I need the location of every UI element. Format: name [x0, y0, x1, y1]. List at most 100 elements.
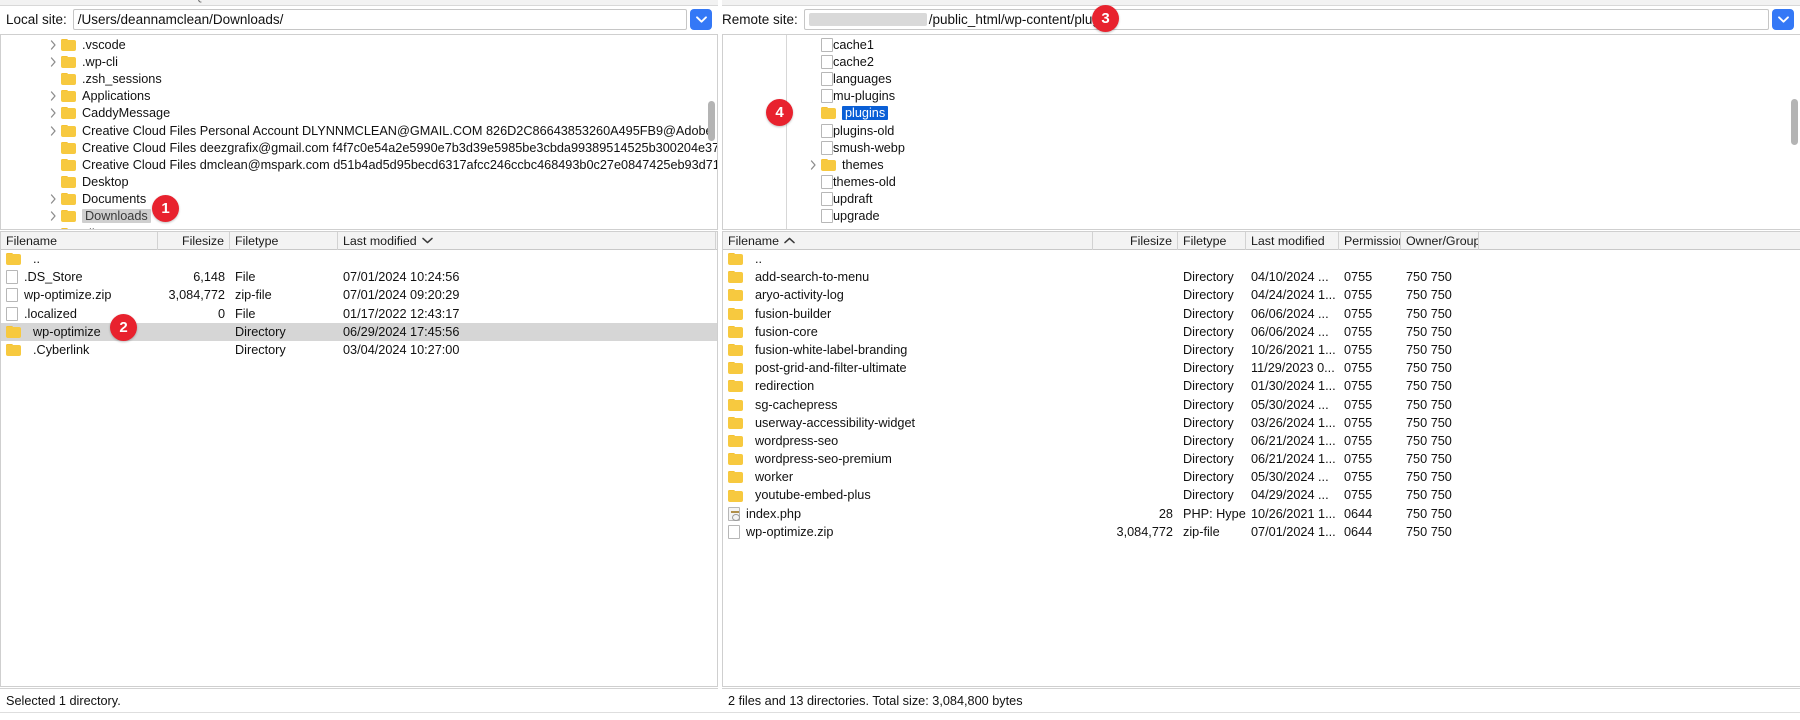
remote-file-list-row[interactable]: fusion-builderDirectory06/06/2024 ...075…	[723, 305, 1800, 323]
local-file-list-row[interactable]: wp-optimize.zip3,084,772zip-file07/01/20…	[1, 286, 717, 304]
local-tree-item[interactable]: Creative Cloud Files deezgrafix@gmail.co…	[1, 139, 717, 156]
remote-tree-item[interactable]: mu-plugins	[789, 88, 1800, 105]
local-tree-item[interactable]: Creative Cloud Files dmclean@mspark.com …	[1, 156, 717, 173]
local-tree-item[interactable]: Creative Cloud Files Personal Account DL…	[1, 122, 717, 139]
local-tree-item[interactable]: Library	[1, 225, 717, 230]
remote-file-list-row-type: Directory	[1178, 359, 1246, 377]
chevron-right-icon[interactable]	[45, 37, 61, 53]
pane-divider[interactable]	[718, 0, 722, 720]
remote-file-list-column-header[interactable]: Filesize	[1093, 232, 1178, 250]
chevron-right-icon[interactable]	[45, 54, 61, 70]
remote-file-list-row-modified: 04/24/2024 1...	[1246, 286, 1339, 304]
folder-icon	[6, 326, 21, 338]
remote-file-list-row-modified: 03/26/2024 1...	[1246, 414, 1339, 432]
remote-file-list-row-filename: fusion-builder	[755, 305, 831, 323]
remote-site-dropdown-button[interactable]	[1772, 9, 1794, 30]
chevron-right-icon[interactable]	[45, 88, 61, 104]
local-file-list-row[interactable]: ..	[1, 250, 717, 268]
remote-file-list-row[interactable]: post-grid-and-filter-ultimateDirectory11…	[723, 359, 1800, 377]
local-tree-item-label: Documents	[82, 192, 152, 206]
remote-file-list-row[interactable]: aryo-activity-logDirectory04/24/2024 1..…	[723, 286, 1800, 304]
remote-file-list-row[interactable]: index.php28PHP: Hype..10/26/2021 1...064…	[723, 505, 1800, 523]
remote-file-list-row-permissions: 0755	[1339, 450, 1401, 468]
remote-tree-scrollbar-thumb[interactable]	[1791, 99, 1798, 145]
remote-tree-item[interactable]: upgrade	[789, 208, 1800, 225]
local-file-list-column-header[interactable]: Filetype	[230, 232, 338, 250]
remote-tree-item[interactable]: plugins-old	[789, 122, 1800, 139]
local-site-path-input[interactable]: /Users/deannamclean/Downloads/	[73, 9, 687, 30]
local-file-list-row-type: File	[230, 305, 338, 323]
remote-site-path-input[interactable]: /public_html/wp-content/plugins	[804, 9, 1769, 30]
local-tree-item[interactable]: Applications	[1, 88, 717, 105]
remote-tree-item[interactable]: themes	[789, 156, 1800, 173]
remote-file-list-row[interactable]: wordpress-seoDirectory06/21/2024 1...075…	[723, 432, 1800, 450]
local-tree-scrollbar[interactable]	[708, 37, 715, 229]
remote-file-list-row-permissions: 0755	[1339, 341, 1401, 359]
chevron-right-icon[interactable]	[805, 157, 821, 173]
remote-file-list-column-header[interactable]: Filename	[723, 232, 1093, 250]
folder-icon	[728, 453, 743, 465]
remote-tree-item-label: themes	[842, 158, 890, 172]
remote-file-list-row-modified: 04/10/2024 ...	[1246, 268, 1339, 286]
remote-tree-item[interactable]: cache1	[789, 36, 1800, 53]
local-file-list-column-header[interactable]: Last modified	[338, 232, 716, 250]
remote-file-list-row-size	[1093, 341, 1178, 359]
remote-file-list-row[interactable]: wp-optimize.zip3,084,772zip-file07/01/20…	[723, 523, 1800, 541]
local-file-list-row-type: File	[230, 268, 338, 286]
local-tree-item[interactable]: Downloads	[1, 208, 717, 225]
folder-icon	[728, 435, 743, 447]
remote-file-list-row-size	[1093, 396, 1178, 414]
remote-file-list-row-owner: 750 750	[1401, 286, 1479, 304]
folder-icon	[61, 228, 76, 230]
local-file-list[interactable]: FilenameFilesizeFiletypeLast modified ..…	[0, 231, 718, 687]
remote-file-list-column-header[interactable]: Permissions	[1339, 232, 1401, 250]
remote-file-list-row-type: Directory	[1178, 377, 1246, 395]
local-file-list-row[interactable]: .DS_Store6,148File07/01/2024 10:24:56	[1, 268, 717, 286]
local-tree-item[interactable]: Desktop	[1, 174, 717, 191]
remote-file-list[interactable]: FilenameFilesizeFiletypeLast modifiedPer…	[722, 231, 1800, 687]
remote-file-list-row-size: 28	[1093, 505, 1178, 523]
local-tree-item[interactable]: .wp-cli	[1, 53, 717, 70]
chevron-right-icon[interactable]	[45, 191, 61, 207]
local-file-list-column-header[interactable]: Filesize	[158, 232, 230, 250]
remote-file-list-row[interactable]: userway-accessibility-widgetDirectory03/…	[723, 414, 1800, 432]
local-file-list-row[interactable]: .localized0File01/17/2022 12:43:17	[1, 305, 717, 323]
remote-file-list-column-header[interactable]: Filetype	[1178, 232, 1246, 250]
remote-file-list-column-header[interactable]: Last modified	[1246, 232, 1339, 250]
local-tree-item[interactable]: .zsh_sessions	[1, 70, 717, 87]
remote-file-list-row-size	[1093, 359, 1178, 377]
remote-file-list-row[interactable]: ..	[723, 250, 1800, 268]
remote-tree-item[interactable]: languages	[789, 70, 1800, 87]
chevron-right-icon[interactable]	[45, 208, 61, 224]
remote-file-list-row[interactable]: add-search-to-menuDirectory04/10/2024 ..…	[723, 268, 1800, 286]
remote-tree-item[interactable]: plugins	[789, 105, 1800, 122]
remote-file-list-row-size	[1093, 468, 1178, 486]
local-directory-tree[interactable]: .vscode.wp-cli.zsh_sessionsApplicationsC…	[0, 34, 718, 230]
local-tree-item[interactable]: .vscode	[1, 36, 717, 53]
remote-file-list-row-permissions: 0755	[1339, 323, 1401, 341]
local-file-list-row[interactable]: .CyberlinkDirectory03/04/2024 10:27:00	[1, 341, 717, 359]
chevron-right-icon[interactable]	[45, 226, 61, 230]
remote-file-list-row[interactable]: fusion-white-label-brandingDirectory10/2…	[723, 341, 1800, 359]
remote-file-list-row[interactable]: wordpress-seo-premiumDirectory06/21/2024…	[723, 450, 1800, 468]
remote-file-list-row[interactable]: fusion-coreDirectory06/06/2024 ...075575…	[723, 323, 1800, 341]
chevron-right-icon[interactable]	[45, 123, 61, 139]
remote-directory-tree[interactable]: cache1cache2languagesmu-pluginspluginspl…	[722, 34, 1800, 230]
remote-tree-item[interactable]: cache2	[789, 53, 1800, 70]
remote-file-list-row[interactable]: youtube-embed-plusDirectory04/29/2024 ..…	[723, 486, 1800, 504]
remote-tree-item[interactable]: updraft	[789, 191, 1800, 208]
remote-file-list-row[interactable]: redirectionDirectory01/30/2024 1...07557…	[723, 377, 1800, 395]
remote-tree-item[interactable]: smush-webp	[789, 139, 1800, 156]
remote-file-list-row[interactable]: workerDirectory05/30/2024 ...0755750 750	[723, 468, 1800, 486]
chevron-right-icon[interactable]	[45, 105, 61, 121]
remote-file-list-row[interactable]: sg-cachepressDirectory05/30/2024 ...0755…	[723, 396, 1800, 414]
remote-file-list-column-header[interactable]: Owner/Group	[1401, 232, 1479, 250]
local-tree-item[interactable]: CaddyMessage	[1, 105, 717, 122]
local-site-dropdown-button[interactable]	[690, 9, 712, 30]
remote-tree-item[interactable]: themes-old	[789, 174, 1800, 191]
remote-tree-scrollbar[interactable]	[1791, 37, 1798, 229]
local-file-list-row[interactable]: wp-optimizeDirectory06/29/2024 17:45:56	[1, 323, 717, 341]
local-tree-scrollbar-thumb[interactable]	[708, 101, 715, 141]
local-file-list-column-header[interactable]: Filename	[1, 232, 158, 250]
local-tree-item[interactable]: Documents	[1, 191, 717, 208]
